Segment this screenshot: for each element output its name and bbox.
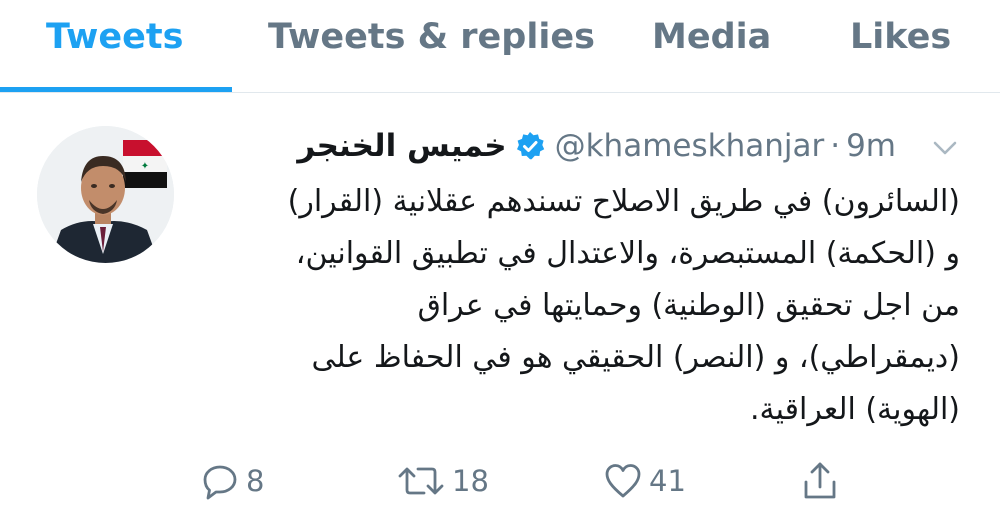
- svg-text:✦: ✦: [141, 161, 149, 172]
- tweet-text-line: و (الحكمة) المستبصرة، والاعتدال في تطبيق…: [295, 236, 960, 271]
- like-button[interactable]: 41: [603, 460, 686, 502]
- active-tab-indicator: [0, 87, 232, 92]
- tweet-text-line: (السائرون) في طريق الاصلاح تسندهم عقلاني…: [287, 184, 960, 219]
- profile-tabs: Tweets Tweets & replies Media Likes: [0, 0, 1000, 93]
- retweet-icon: [398, 467, 444, 495]
- tab-likes[interactable]: Likes: [850, 14, 951, 60]
- heart-icon: [605, 464, 641, 498]
- tweet-text: (السائرون) في طريق الاصلاح تسندهم عقلاني…: [200, 176, 960, 436]
- tweet-text-line: من اجل تحقيق (الوطنية) وحمايتها في عراق: [417, 288, 960, 323]
- avatar-image: ✦: [37, 126, 174, 263]
- tab-tweets-and-replies[interactable]: Tweets & replies: [268, 14, 595, 60]
- tweet-text-line: (ديمقراطي)، و (النصر) الحقيقي هو في الحف…: [311, 340, 961, 375]
- like-count: 41: [649, 464, 686, 498]
- reply-count: 8: [246, 464, 265, 498]
- tweet-text-line: (الهوية) العراقية.: [749, 392, 960, 427]
- retweet-count: 18: [452, 464, 489, 498]
- avatar[interactable]: ✦: [37, 126, 174, 263]
- tab-tweets[interactable]: Tweets: [46, 14, 183, 60]
- tab-media[interactable]: Media: [652, 14, 771, 60]
- retweet-button[interactable]: 18: [396, 460, 489, 502]
- reply-button[interactable]: 8: [200, 460, 264, 502]
- tweet-actions: 8 18 41: [0, 452, 1000, 512]
- tweet-header: خميس الخنجر @khameskhanjar · 9m: [297, 126, 896, 166]
- header-separator: ·: [830, 128, 841, 164]
- chevron-down-icon[interactable]: [930, 136, 960, 160]
- user-handle[interactable]: @khameskhanjar: [555, 128, 825, 164]
- share-icon: [804, 462, 836, 499]
- display-name[interactable]: خميس الخنجر: [297, 128, 506, 164]
- verified-badge-icon: [516, 132, 544, 160]
- tweet-timestamp[interactable]: 9m: [846, 128, 896, 164]
- share-button[interactable]: [800, 460, 840, 502]
- reply-icon: [203, 465, 237, 500]
